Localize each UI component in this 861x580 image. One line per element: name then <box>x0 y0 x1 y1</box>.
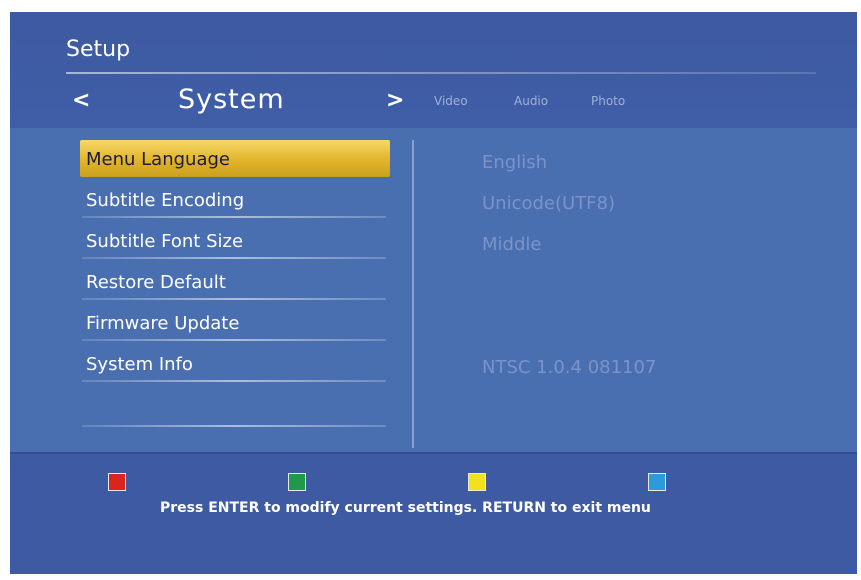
menu-item-label: Firmware Update <box>86 313 240 334</box>
blue-key-icon[interactable] <box>648 473 666 491</box>
menu-item-label: Subtitle Font Size <box>86 231 244 252</box>
value-subtitle-encoding: Unicode(UTF8) <box>482 193 616 214</box>
menu-item-menu-language[interactable]: Menu Language <box>80 140 390 177</box>
red-key-icon[interactable] <box>108 473 126 491</box>
menu-item-divider <box>82 216 386 218</box>
footer-bar: Press ENTER to modify current settings. … <box>10 452 857 574</box>
setup-screen: Setup < System > Video Audio Photo Menu … <box>10 12 857 574</box>
tab-video[interactable]: Video <box>434 94 468 108</box>
setup-header: Setup < System > Video Audio Photo <box>10 12 857 128</box>
current-category-title: System <box>178 84 285 115</box>
menu-item-label: Menu Language <box>86 149 230 170</box>
menu-item-system-info[interactable]: System Info <box>80 345 390 382</box>
menu-item-divider <box>82 339 386 341</box>
help-hint: Press ENTER to modify current settings. … <box>160 500 651 516</box>
menu-item-divider <box>82 298 386 300</box>
page-title: Setup <box>66 37 131 62</box>
header-divider <box>66 72 816 74</box>
settings-panel: Menu Language Subtitle Encoding Subtitle… <box>10 128 857 452</box>
menu-item-label: Subtitle Encoding <box>86 190 245 211</box>
value-menu-language: English <box>482 152 547 173</box>
menu-item-divider <box>82 257 386 259</box>
prev-category-arrow-icon[interactable]: < <box>72 88 90 113</box>
menu-item-restore-default[interactable]: Restore Default <box>80 263 390 300</box>
value-system-info: NTSC 1.0.4 081107 <box>482 357 657 378</box>
yellow-key-icon[interactable] <box>468 473 486 491</box>
menu-empty-row-divider <box>82 425 386 427</box>
menu-item-subtitle-font-size[interactable]: Subtitle Font Size <box>80 222 390 259</box>
tab-audio[interactable]: Audio <box>514 94 548 108</box>
menu-item-label: Restore Default <box>86 272 226 293</box>
green-key-icon[interactable] <box>288 473 306 491</box>
value-subtitle-font-size: Middle <box>482 234 542 255</box>
column-divider <box>412 140 414 448</box>
menu-item-subtitle-encoding[interactable]: Subtitle Encoding <box>80 181 390 218</box>
menu-item-divider <box>82 380 386 382</box>
next-category-arrow-icon[interactable]: > <box>386 88 404 113</box>
menu-item-label: System Info <box>86 354 193 375</box>
tab-photo[interactable]: Photo <box>591 94 625 108</box>
menu-item-firmware-update[interactable]: Firmware Update <box>80 304 390 341</box>
